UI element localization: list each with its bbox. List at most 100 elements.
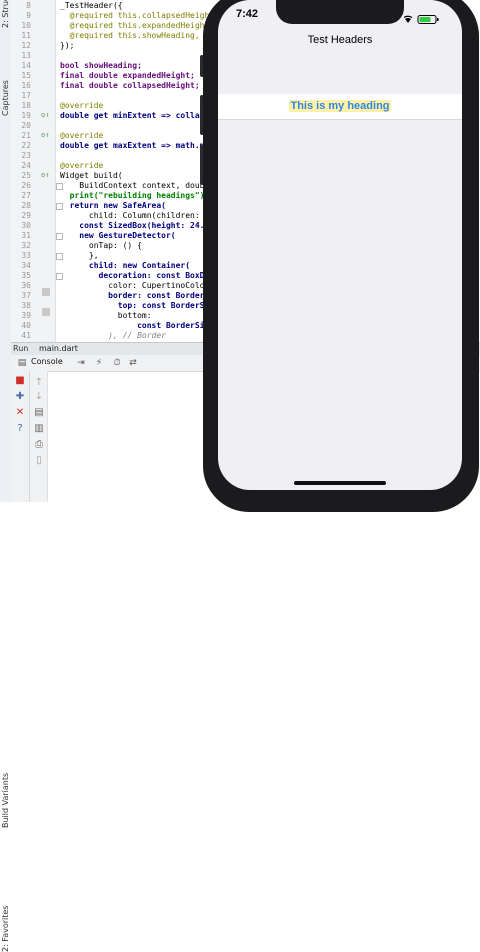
line-number: 22 — [21, 141, 31, 150]
run-side-toolbar: ■ ✚ ✕ ? — [11, 371, 30, 502]
code-line: @required this.expandedHeight, — [60, 21, 215, 30]
build-variants-tab-label: Build Variants — [1, 772, 10, 828]
line-number: 12 — [21, 41, 31, 50]
run-tab-main-dart[interactable]: main.dart — [39, 344, 78, 353]
up-arrow-icon[interactable]: ↑ — [33, 377, 45, 389]
home-indicator — [294, 481, 386, 485]
override-gutter-icon[interactable]: o↑ — [41, 171, 49, 179]
heading-text: This is my heading — [218, 100, 462, 112]
code-line: const BorderSide( — [60, 321, 219, 330]
color-swatch-icon — [42, 308, 50, 316]
help-icon[interactable]: ? — [14, 423, 26, 435]
code-line: color: CupertinoColors.white, — [108, 281, 220, 290]
editor-gutter: 8 9 10 11 12 13 14 15 16 17 18 19 20 21 … — [11, 0, 63, 342]
line-number: 37 — [21, 291, 31, 300]
code-line: @override — [60, 161, 104, 170]
color-swatch-icon — [42, 288, 50, 296]
code-line: const SizedBox(height: 24.0), — [60, 221, 219, 230]
line-number: 8 — [26, 1, 31, 10]
code-line: BuildContext context, double shrinkOffse… — [79, 181, 220, 190]
favorites-tool-tab[interactable]: 2: Favorites — [0, 452, 11, 952]
code-line: @override — [60, 101, 104, 110]
stop-icon[interactable]: ■ — [14, 375, 26, 387]
code-line: }, — [60, 251, 99, 260]
line-number: 34 — [21, 261, 31, 270]
line-number: 13 — [21, 51, 31, 60]
code-editor[interactable]: _TestHeader({ @required this.collapsedHe… — [60, 0, 220, 342]
code-line: bool showHeading; — [60, 61, 142, 70]
override-gutter-icon[interactable]: o↑ — [41, 111, 49, 119]
line-number: 39 — [21, 311, 31, 320]
hot-reload-icon[interactable]: ⚡ — [93, 357, 105, 369]
line-number: 41 — [21, 331, 31, 340]
line-number: 36 — [21, 281, 31, 290]
line-number: 18 — [21, 101, 31, 110]
inspector-icon[interactable]: ⇄ — [127, 357, 139, 369]
phone-notch — [276, 0, 404, 24]
code-line: @required this.showHeading, — [60, 31, 200, 40]
line-number: 20 — [21, 121, 31, 130]
line-number: 23 — [21, 151, 31, 160]
code-line: @override — [60, 131, 104, 140]
line-number: 19 — [21, 111, 31, 120]
code-line: double get maxExtent => math.max(expande… — [60, 141, 220, 150]
print-icon[interactable]: ⎙ — [33, 439, 45, 451]
status-icons — [403, 9, 448, 24]
line-number: 32 — [21, 241, 31, 250]
heading-label: This is my heading — [289, 100, 391, 112]
heading-bar[interactable]: This is my heading — [218, 94, 462, 120]
code-line: top: const BorderSide( — [60, 301, 220, 310]
code-line: child: new Container( — [60, 261, 191, 270]
override-gutter-icon[interactable]: o↑ — [41, 131, 49, 139]
code-line: Widget build( — [60, 171, 123, 180]
code-line: return new SafeArea( — [60, 201, 166, 210]
line-number: 15 — [21, 71, 31, 80]
line-number: 35 — [21, 271, 31, 280]
code-line: border: const Border( — [60, 291, 210, 300]
code-line: }); — [60, 41, 75, 50]
line-number: 17 — [21, 91, 31, 100]
captures-tab-label: Captures — [1, 80, 10, 116]
line-number: 28 — [21, 201, 31, 210]
line-number: 9 — [26, 11, 31, 20]
build-variants-tool-tab[interactable]: Build Variants — [0, 382, 11, 828]
line-number: 38 — [21, 301, 31, 310]
code-line: print("rebuilding headings"); — [60, 191, 210, 200]
soft-wrap-icon[interactable]: ▤ — [33, 407, 45, 419]
close-icon[interactable]: ✕ — [14, 407, 26, 419]
trash-icon[interactable]: ▯ — [33, 455, 45, 467]
code-line: @required this.collapsedHeight, — [60, 11, 219, 20]
run-side-toolbar-secondary: ↑ ↓ ▤ ▥ ⎙ ▯ — [30, 371, 48, 502]
line-number: 30 — [21, 221, 31, 230]
code-line: decoration: const BoxDecoration( — [98, 271, 220, 280]
code-line: child: Column(children: <Widget>[ — [88, 211, 220, 220]
wifi-battery-icon — [403, 15, 439, 24]
phone-screen: 7:42 Test Headers This is my heading — [218, 0, 462, 490]
status-time: 7:42 — [236, 8, 259, 20]
line-number: 33 — [21, 251, 31, 260]
down-arrow-icon[interactable]: ↓ — [33, 391, 45, 403]
line-number: 31 — [21, 231, 31, 240]
line-number: 21 — [21, 131, 31, 140]
code-line: bottom: — [60, 311, 152, 320]
console-tab[interactable]: Console — [31, 357, 63, 366]
line-number: 10 — [21, 21, 31, 30]
restart-icon[interactable]: ⏱ — [111, 357, 123, 369]
line-number: 29 — [21, 211, 31, 220]
line-number: 24 — [21, 161, 31, 170]
scroll-to-end-icon[interactable]: ⇥ — [75, 357, 87, 369]
captures-tool-tab[interactable]: Captures — [0, 38, 11, 116]
line-number: 40 — [21, 321, 31, 330]
code-line: new GestureDetector( — [60, 231, 176, 240]
pin-icon[interactable]: ✚ — [14, 391, 26, 403]
run-panel-title: Run — [13, 344, 29, 353]
code-line: double get minExtent => collapsedHeight; — [60, 111, 220, 120]
structure-tool-tab[interactable]: 2: Structure — [0, 0, 11, 30]
line-number: 14 — [21, 61, 31, 70]
line-number: 26 — [21, 181, 31, 190]
console-icon: ▤ — [17, 358, 27, 368]
code-line: onTap: () { — [60, 241, 142, 250]
line-number: 16 — [21, 81, 31, 90]
scroll-end-icon[interactable]: ▥ — [33, 423, 45, 435]
code-line: final double expandedHeight; — [60, 71, 195, 80]
